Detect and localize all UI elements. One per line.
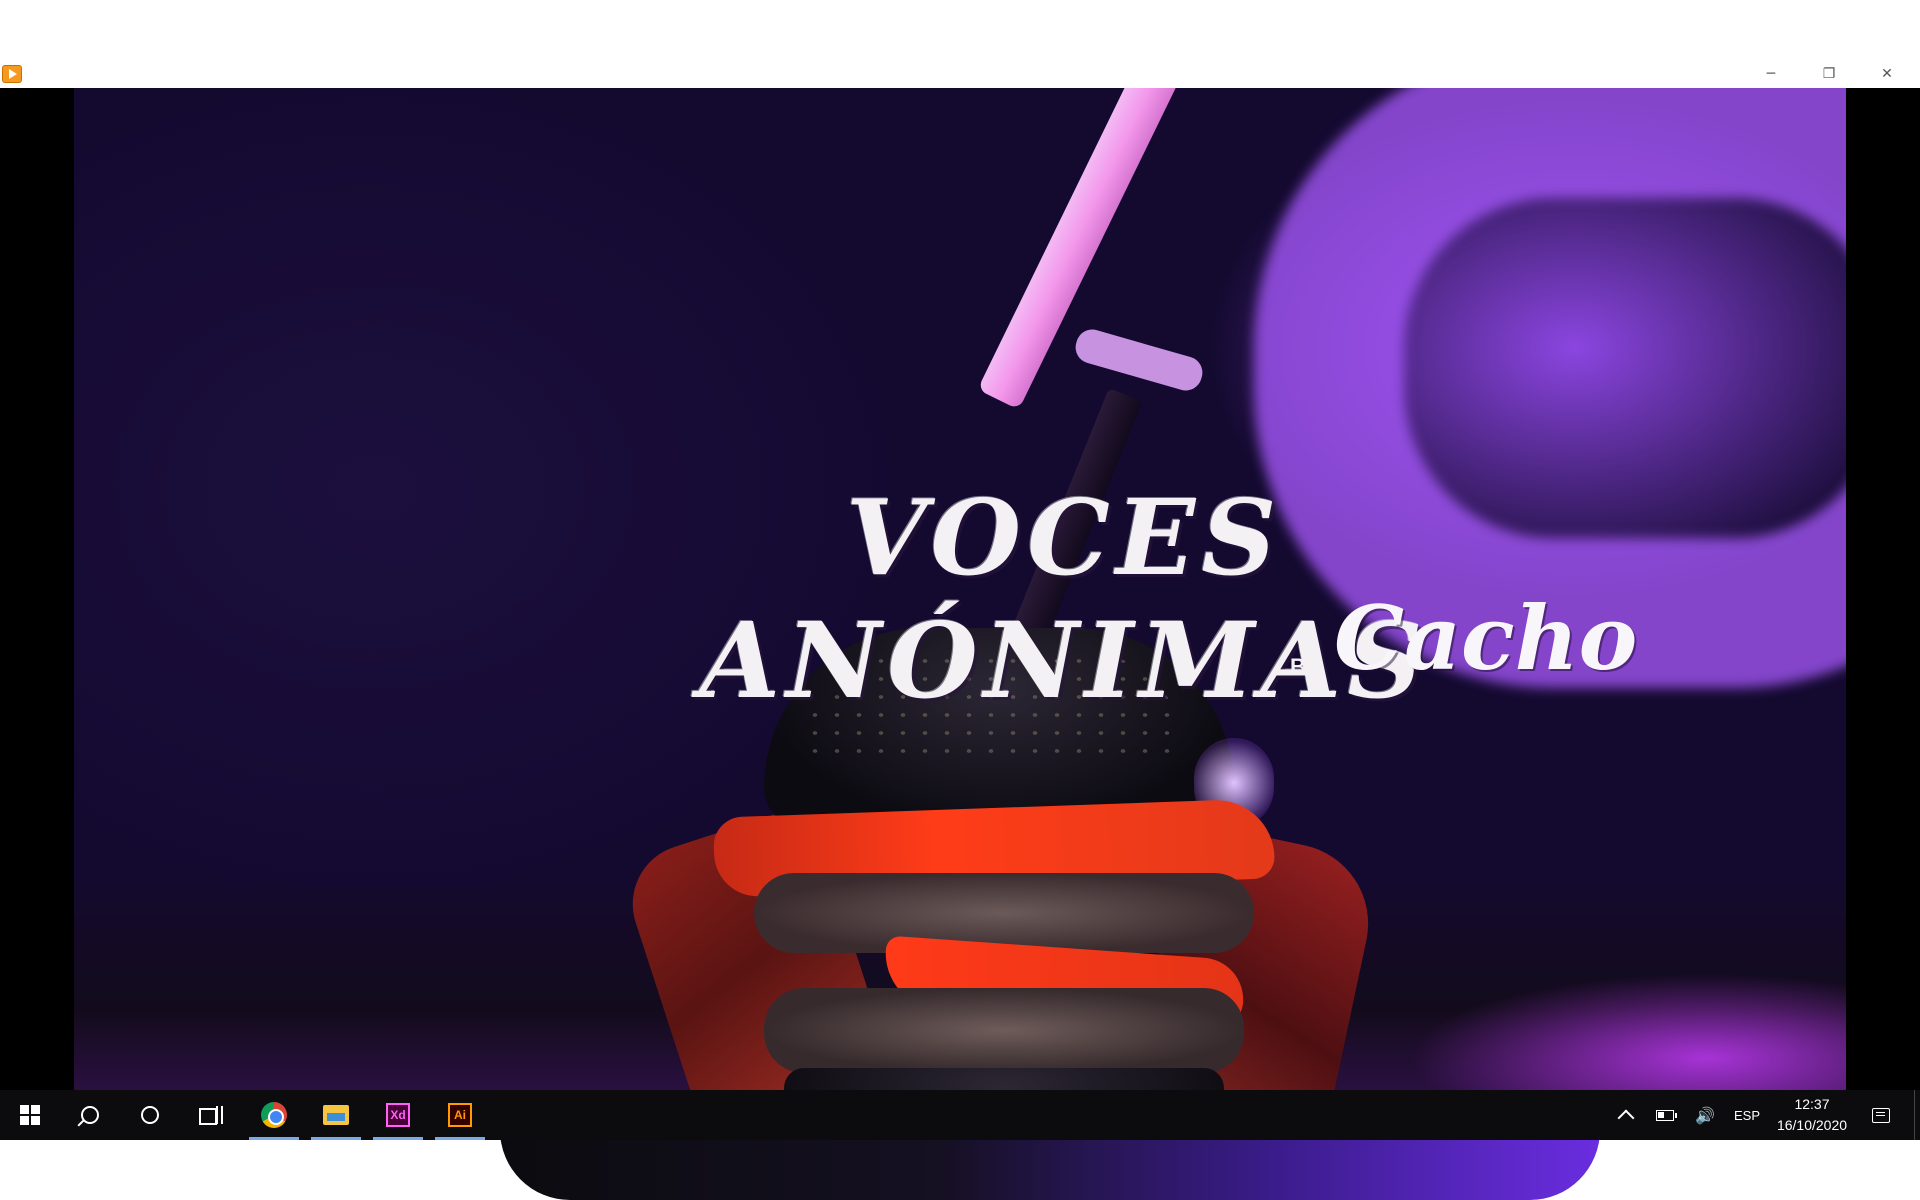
video-by-label: BY: [1290, 654, 1321, 679]
restore-button[interactable]: ❐: [1800, 60, 1858, 88]
clock-time: 12:37: [1794, 1096, 1830, 1112]
search-button[interactable]: [62, 1090, 118, 1140]
show-desktop-button[interactable]: [1914, 1090, 1920, 1140]
window-titlebar[interactable]: ─ ❐ ✕: [0, 60, 1920, 88]
video-frame[interactable]: VOCES ANÓNIMAS BY Cacho: [74, 88, 1846, 1090]
close-button[interactable]: ✕: [1858, 60, 1916, 88]
file-explorer-taskbar-button[interactable]: [308, 1090, 364, 1140]
minimize-button[interactable]: ─: [1742, 60, 1800, 88]
top-blank-area: [0, 0, 1920, 60]
language-label: ESP: [1733, 1107, 1760, 1123]
video-bleed-artifact: [500, 1140, 1600, 1200]
video-brand: Cacho: [1334, 586, 1638, 690]
adobe-xd-taskbar-button[interactable]: Xd: [370, 1090, 426, 1140]
xd-icon: Xd: [386, 1103, 410, 1127]
task-view-button[interactable]: [182, 1090, 238, 1140]
folder-icon: [323, 1105, 349, 1125]
volume-tray-button[interactable]: 🔊: [1690, 1090, 1720, 1140]
search-icon: [81, 1106, 99, 1124]
clock-button[interactable]: 12:37 16/10/2020: [1766, 1094, 1858, 1136]
windows-logo-icon: [20, 1105, 40, 1125]
taskbar: Xd Ai 🔊 ESP 12:37 16/10/2020: [0, 1090, 1920, 1140]
adobe-illustrator-taskbar-button[interactable]: Ai: [432, 1090, 488, 1140]
clock-date: 16/10/2020: [1776, 1117, 1848, 1133]
chrome-taskbar-button[interactable]: [246, 1090, 302, 1140]
syringe-flange: [1071, 325, 1207, 395]
patty-top: [754, 873, 1254, 953]
task-view-icon: [199, 1106, 223, 1125]
chevron-up-icon: [1617, 1109, 1635, 1127]
media-player-icon[interactable]: [2, 65, 22, 83]
video-viewport[interactable]: VOCES ANÓNIMAS BY Cacho: [0, 88, 1920, 1090]
bun-bottom: [784, 1068, 1224, 1090]
chrome-icon: [261, 1102, 287, 1128]
patty-bottom: [764, 988, 1244, 1073]
show-hidden-icons-button[interactable]: [1612, 1090, 1640, 1140]
cortana-button[interactable]: [122, 1090, 178, 1140]
notification-icon: [1872, 1107, 1890, 1123]
start-button[interactable]: [2, 1090, 58, 1140]
battery-tray-button[interactable]: [1650, 1090, 1680, 1140]
bottom-strip: [0, 1140, 1920, 1200]
action-center-button[interactable]: [1864, 1090, 1898, 1140]
language-button[interactable]: ESP: [1730, 1090, 1764, 1140]
battery-icon: [1656, 1109, 1677, 1121]
cortana-circle-icon: [141, 1106, 159, 1124]
ai-icon: Ai: [448, 1103, 472, 1127]
volume-icon: 🔊: [1695, 1105, 1715, 1125]
